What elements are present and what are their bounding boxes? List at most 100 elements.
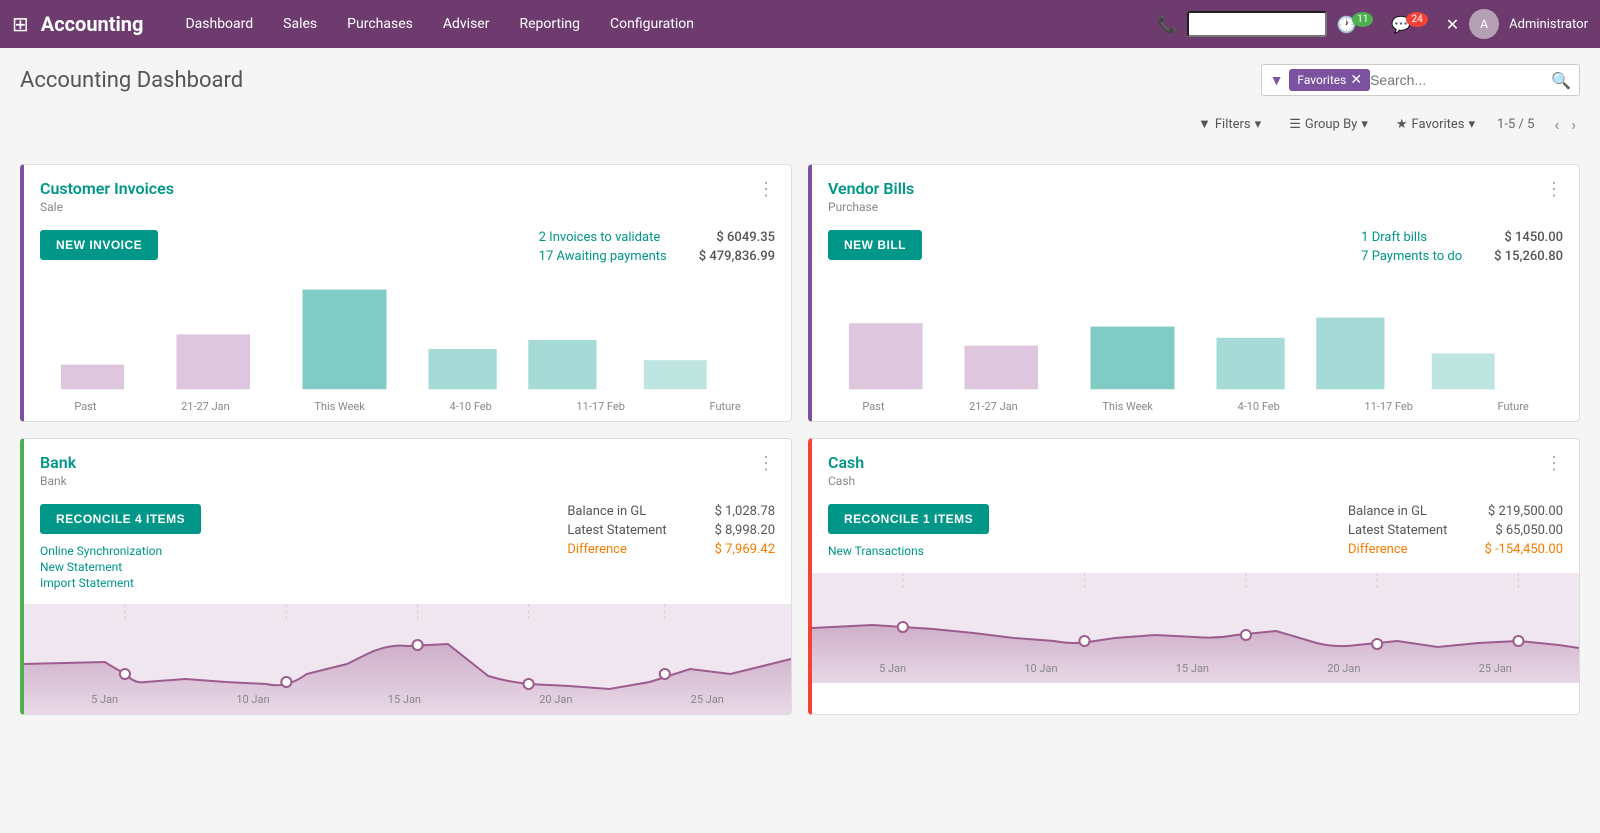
nav-configuration[interactable]: Configuration (596, 10, 708, 38)
cash-chart-label-jan10: 10 Jan (1024, 662, 1057, 675)
filter-funnel-icon: ▼ (1270, 72, 1284, 89)
chart-label-feb1: 4-10 Feb (450, 400, 492, 413)
bank-stat1-value: $ 1,028.78 (715, 504, 775, 519)
vendor-bills-subtitle: Purchase (828, 200, 914, 214)
cash-card-subtitle: Cash (828, 474, 864, 488)
chart-label-jan: 21-27 Jan (181, 400, 230, 413)
bank-chart-label-jan20: 20 Jan (539, 693, 572, 706)
bank-new-statement-link[interactable]: New Statement (40, 560, 201, 574)
cash-card-body: RECONCILE 1 ITEMS New Transactions Balan… (812, 496, 1579, 573)
cash-card-links: New Transactions (828, 544, 989, 558)
nav-reporting[interactable]: Reporting (505, 10, 594, 38)
bank-stat3-value: $ 7,969.42 (715, 542, 775, 557)
cash-stat3-value: $ -154,450.00 (1484, 542, 1563, 557)
star-icon: ★ (1396, 117, 1408, 132)
prev-page-button[interactable]: ‹ (1550, 115, 1563, 134)
search-icon[interactable]: 🔍 (1551, 71, 1571, 90)
chart-label-past: Past (74, 400, 96, 413)
search-input[interactable] (1370, 72, 1551, 88)
cash-line-chart: 5 Jan 10 Jan 15 Jan 20 Jan 25 Jan (812, 573, 1579, 683)
favorites-caret: ▾ (1469, 117, 1476, 132)
invoices-stat1-label: 2 Invoices to validate (539, 230, 661, 245)
bank-import-link[interactable]: Import Statement (40, 576, 201, 590)
vb-chart-label-thisweek: This Week (1102, 400, 1153, 413)
filters-caret: ▾ (1255, 117, 1262, 132)
customer-invoices-menu[interactable]: ⋮ (757, 179, 775, 200)
groupby-caret: ▾ (1361, 117, 1368, 132)
filters-label: Filters (1215, 117, 1251, 132)
vendor-bills-chart (812, 276, 1579, 396)
page-title: Accounting Dashboard (20, 68, 243, 93)
cash-card-menu[interactable]: ⋮ (1545, 453, 1563, 474)
favorites-btn-label: Favorites (1412, 117, 1465, 132)
vb-chart-label-jan: 21-27 Jan (969, 400, 1018, 413)
favorites-button[interactable]: ★ Favorites ▾ (1390, 113, 1481, 136)
bank-stat2-label: Latest Statement (567, 523, 666, 538)
vendor-bills-body: NEW BILL 1 Draft bills $ 1450.00 7 Payme… (812, 222, 1579, 276)
cash-chart-labels: 5 Jan 10 Jan 15 Jan 20 Jan 25 Jan (812, 658, 1579, 683)
user-avatar[interactable]: A (1469, 9, 1499, 39)
bank-chart-label-jan15: 15 Jan (388, 693, 421, 706)
groupby-button[interactable]: ☰ Group By ▾ (1283, 113, 1374, 136)
reconcile-bank-button[interactable]: RECONCILE 4 ITEMS (40, 504, 201, 534)
pagination-arrows: ‹ › (1550, 115, 1580, 134)
bank-card-menu[interactable]: ⋮ (757, 453, 775, 474)
phone-icon[interactable]: 📞 (1157, 15, 1177, 34)
bills-stat2-label: 7 Payments to do (1361, 249, 1462, 264)
chart-label-future: Future (710, 400, 741, 413)
bills-stat1-label: 1 Draft bills (1361, 230, 1427, 245)
bank-card-subtitle: Bank (40, 474, 76, 488)
invoices-stat1-value: $ 6049.35 (716, 230, 775, 245)
favorites-tag-label: Favorites (1297, 73, 1346, 87)
pagination-info: 1-5 / 5 (1497, 117, 1534, 132)
bank-chart-labels: 5 Jan 10 Jan 15 Jan 20 Jan 25 Jan (24, 689, 791, 714)
cash-stat2-label: Latest Statement (1348, 523, 1447, 538)
nav-dashboard[interactable]: Dashboard (171, 10, 267, 38)
vendor-bills-menu[interactable]: ⋮ (1545, 179, 1563, 200)
favorites-tag-remove[interactable]: ✕ (1350, 72, 1362, 88)
apps-grid-icon[interactable]: ⊞ (12, 12, 29, 36)
nav-sales[interactable]: Sales (269, 10, 331, 38)
page-header: Accounting Dashboard ▼ Favorites ✕ 🔍 ▼ F… (20, 64, 1580, 152)
bank-sync-link[interactable]: Online Synchronization (40, 544, 201, 558)
filter-icon: ▼ (1198, 116, 1211, 132)
groupby-icon: ☰ (1289, 117, 1301, 132)
close-icon[interactable]: ✕ (1446, 15, 1459, 34)
vendor-bills-header: Vendor Bills Purchase ⋮ (812, 165, 1579, 222)
bills-stat2-value: $ 15,260.80 (1494, 249, 1563, 264)
cash-card-header: Cash Cash ⋮ (812, 439, 1579, 496)
filters-button[interactable]: ▼ Filters ▾ (1192, 112, 1267, 136)
chart-label-feb2: 11-17 Feb (576, 400, 624, 413)
cash-stats: Balance in GL $ 219,500.00 Latest Statem… (1348, 504, 1563, 561)
user-name[interactable]: Administrator (1509, 17, 1588, 32)
vb-chart-label-past: Past (862, 400, 884, 413)
top-navigation: ⊞ Accounting Dashboard Sales Purchases A… (0, 0, 1600, 48)
nav-adviser[interactable]: Adviser (429, 10, 504, 38)
nav-purchases[interactable]: Purchases (333, 10, 427, 38)
vendor-bills-actions: NEW BILL 1 Draft bills $ 1450.00 7 Payme… (828, 230, 1563, 264)
vendor-bills-stats: 1 Draft bills $ 1450.00 7 Payments to do… (1361, 230, 1563, 264)
new-invoice-button[interactable]: NEW INVOICE (40, 230, 158, 260)
bank-line-chart: 5 Jan 10 Jan 15 Jan 20 Jan 25 Jan (24, 604, 791, 714)
controls-row: ▼ Filters ▾ ☰ Group By ▾ ★ Favorites ▾ 1… (1192, 112, 1580, 136)
customer-invoices-card: Customer Invoices Sale ⋮ NEW INVOICE 2 I… (20, 164, 792, 422)
bank-stat3-label: Difference (567, 542, 627, 557)
cash-card-title: Cash (828, 453, 864, 472)
reconcile-cash-button[interactable]: RECONCILE 1 ITEMS (828, 504, 989, 534)
new-bill-button[interactable]: NEW BILL (828, 230, 922, 260)
next-page-button[interactable]: › (1567, 115, 1580, 134)
nav-menu: Dashboard Sales Purchases Adviser Report… (171, 10, 1153, 38)
cash-stat2-value: $ 65,050.00 (1495, 523, 1563, 538)
vendor-bills-title: Vendor Bills (828, 179, 914, 198)
customer-invoices-title: Customer Invoices (40, 179, 174, 198)
bills-stat1-value: $ 1450.00 (1504, 230, 1563, 245)
chart-label-thisweek: This Week (314, 400, 365, 413)
topnav-right: 📞 🕐 11 💬 24 ✕ A Administrator (1157, 9, 1588, 39)
topnav-search-input[interactable] (1187, 11, 1327, 37)
bank-stats: Balance in GL $ 1,028.78 Latest Statemen… (567, 504, 775, 561)
cash-stat1-value: $ 219,500.00 (1488, 504, 1563, 519)
app-logo: Accounting (41, 12, 144, 36)
cash-new-transactions-link[interactable]: New Transactions (828, 544, 989, 558)
bank-chart-label-jan25: 25 Jan (691, 693, 724, 706)
bank-card-links: Online Synchronization New Statement Imp… (40, 544, 201, 590)
